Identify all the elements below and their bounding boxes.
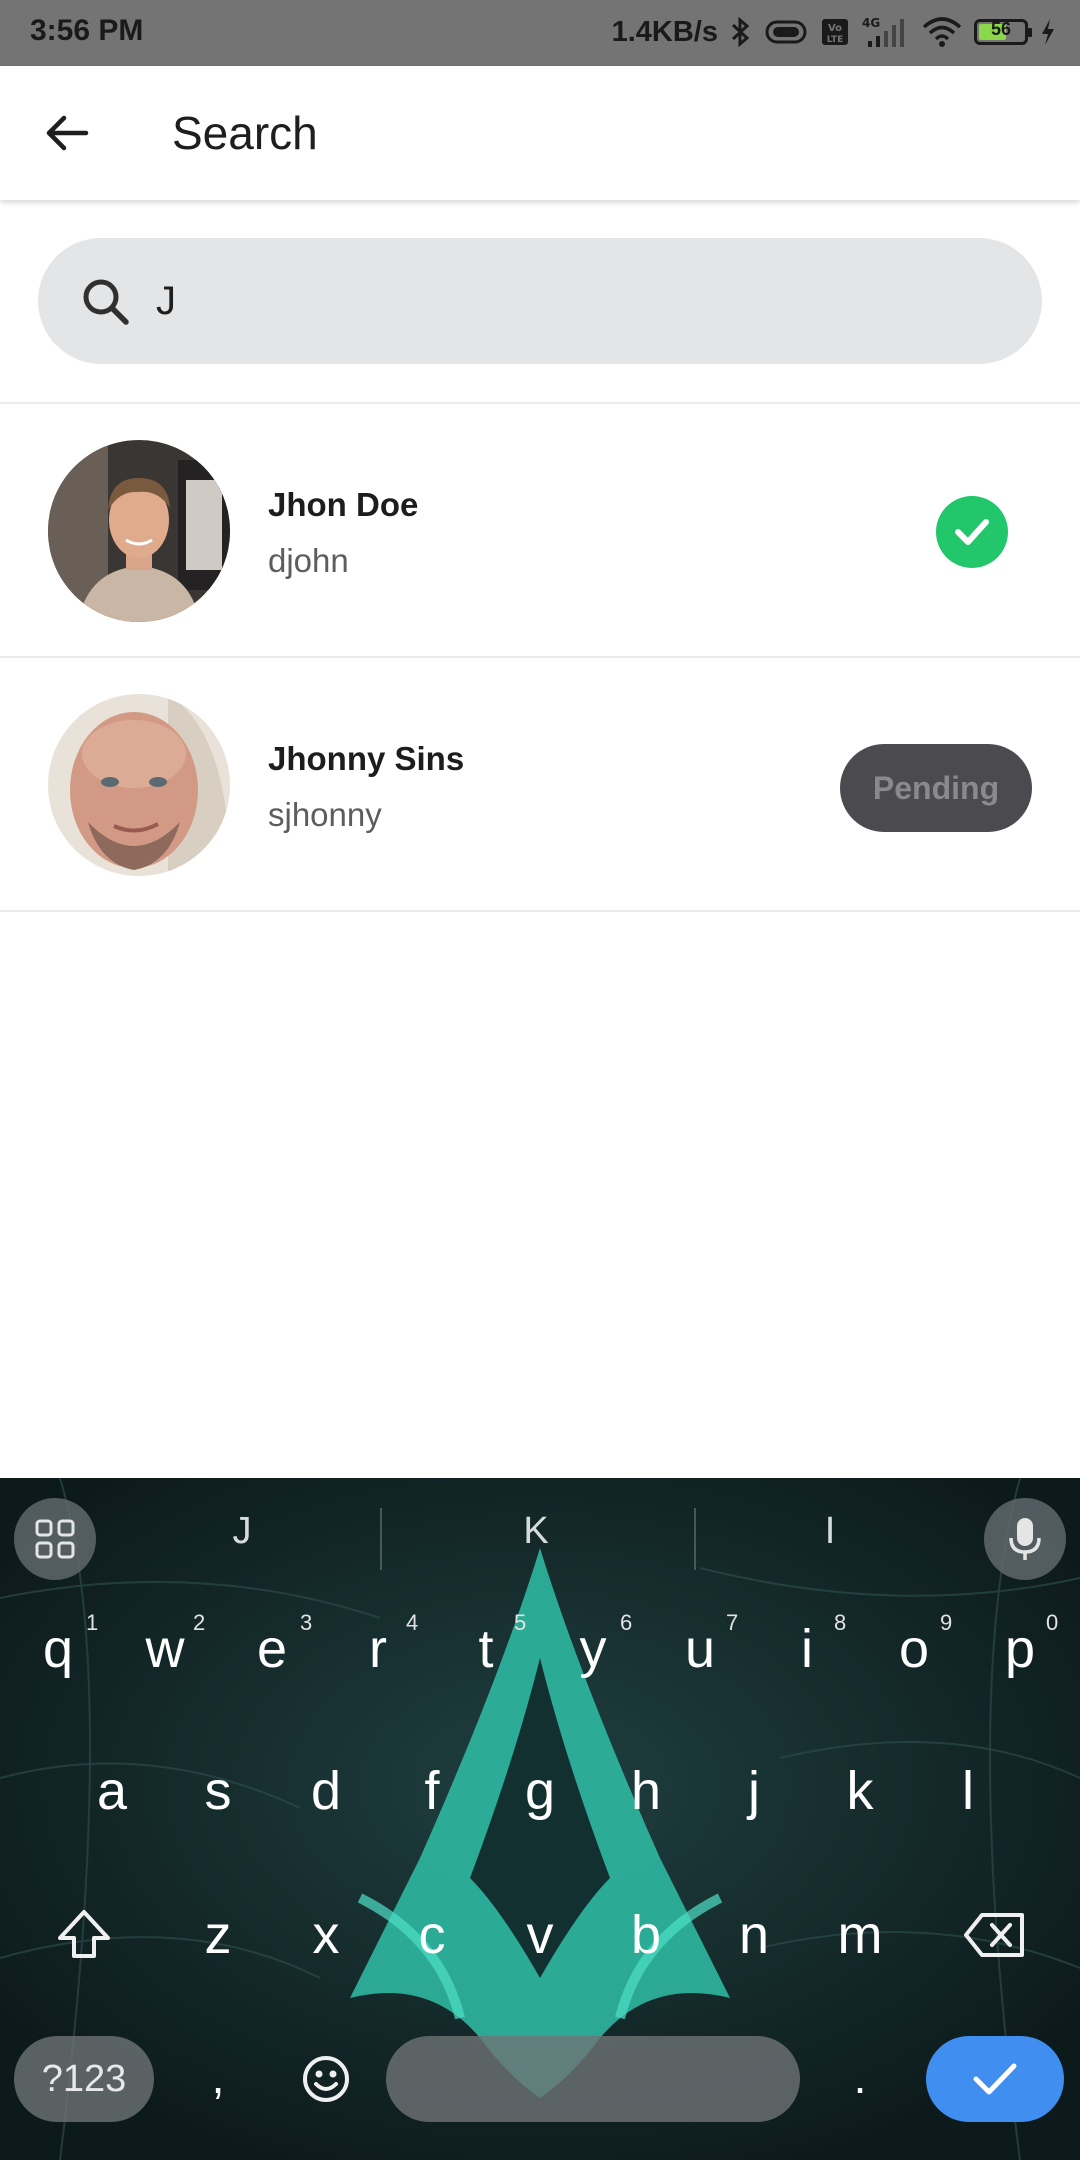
- comma-key[interactable]: ,: [188, 2050, 248, 2104]
- emoji-icon: [303, 2056, 349, 2102]
- friend-status-badge[interactable]: [936, 496, 1008, 568]
- key-m[interactable]: m: [810, 1880, 910, 1990]
- user-name: Jhonny Sins: [268, 740, 465, 777]
- emoji-key[interactable]: [276, 2024, 376, 2134]
- key-a[interactable]: a: [62, 1736, 162, 1846]
- user-handle: sjhonny: [268, 796, 382, 833]
- volte-icon: Vo LTE: [820, 17, 850, 47]
- key-x[interactable]: x: [276, 1880, 376, 1990]
- key-z[interactable]: z: [168, 1880, 268, 1990]
- key-hint: 3: [300, 1610, 313, 1635]
- suggestion-separator: [694, 1508, 696, 1570]
- suggestion[interactable]: J: [182, 1510, 302, 1553]
- key-hint: 2: [193, 1610, 206, 1635]
- key-n[interactable]: n: [704, 1880, 804, 1990]
- result-row[interactable]: Jhon Doe djohn: [0, 404, 1080, 656]
- space-bar[interactable]: [386, 2036, 800, 2122]
- enter-key[interactable]: [926, 2036, 1064, 2122]
- suggestion[interactable]: K: [476, 1510, 596, 1553]
- key-hint: 6: [620, 1610, 633, 1635]
- key-hint: 0: [1046, 1610, 1059, 1635]
- search-bar[interactable]: [38, 238, 1042, 364]
- back-button[interactable]: [36, 102, 98, 164]
- bluetooth-icon: [730, 16, 752, 48]
- divider: [0, 910, 1080, 912]
- result-row[interactable]: Jhonny Sins sjhonny Pending: [0, 658, 1080, 910]
- key-c[interactable]: c: [382, 1880, 482, 1990]
- status-icons: 1.4KB/s Vo LTE 4G 56: [612, 12, 1056, 52]
- keyboard: J K I q w e r t y u i o p 1 2 3 4 5 6 7 …: [0, 1478, 1080, 2160]
- key-k[interactable]: k: [810, 1736, 910, 1846]
- pending-button[interactable]: Pending: [840, 744, 1032, 832]
- user-name: Jhon Doe: [268, 486, 419, 523]
- key-v[interactable]: v: [490, 1880, 590, 1990]
- signal-icon: 4G: [862, 15, 910, 49]
- arrow-left-icon: [46, 115, 89, 151]
- backspace-key[interactable]: [944, 1880, 1044, 1990]
- key-hint: 7: [726, 1610, 739, 1635]
- network-speed: 1.4KB/s: [611, 15, 718, 48]
- avatar: [48, 440, 230, 622]
- page-title: Search: [172, 107, 318, 159]
- key-hint: 5: [514, 1610, 527, 1635]
- checkmark-icon: [973, 2063, 1017, 2095]
- shift-key[interactable]: [34, 1880, 134, 1990]
- battery-icon: 56: [974, 19, 1032, 45]
- key-hint: 9: [940, 1610, 953, 1635]
- status-bar: 3:56 PM 1.4KB/s Vo LTE 4G 56: [0, 0, 1080, 66]
- apps-grid-icon: [35, 1519, 75, 1559]
- check-circle-icon: [955, 519, 989, 545]
- key-s[interactable]: s: [168, 1736, 268, 1846]
- app-bar: Search: [0, 66, 1080, 200]
- key-j[interactable]: j: [704, 1736, 804, 1846]
- key-l[interactable]: l: [918, 1736, 1018, 1846]
- suggestion[interactable]: I: [770, 1510, 890, 1553]
- key-h[interactable]: h: [596, 1736, 696, 1846]
- suggestion-separator: [380, 1508, 382, 1570]
- symbols-key[interactable]: ?123: [14, 2036, 154, 2122]
- apps-grid-button[interactable]: [14, 1498, 96, 1580]
- period-key[interactable]: .: [830, 2050, 890, 2104]
- backspace-icon: [964, 1913, 1024, 1957]
- wifi-icon: [922, 17, 962, 47]
- key-hint: 4: [406, 1610, 419, 1635]
- status-time: 3:56 PM: [30, 14, 144, 47]
- battery-level: 56: [990, 19, 1012, 39]
- svg-text:LTE: LTE: [827, 35, 844, 45]
- charging-icon: [1040, 18, 1056, 46]
- vibrate-icon: [764, 19, 808, 45]
- svg-text:Vo: Vo: [828, 23, 842, 34]
- search-input[interactable]: [156, 262, 996, 340]
- key-g[interactable]: g: [490, 1736, 590, 1846]
- shift-icon: [58, 1910, 110, 1958]
- microphone-icon: [1009, 1518, 1041, 1560]
- search-icon: [83, 279, 129, 325]
- key-hint: 1: [86, 1610, 99, 1635]
- user-handle: djohn: [268, 542, 349, 579]
- key-d[interactable]: d: [276, 1736, 376, 1846]
- key-f[interactable]: f: [382, 1736, 482, 1846]
- avatar: [48, 694, 230, 876]
- network-type: 4G: [862, 16, 880, 30]
- key-hint: 8: [834, 1610, 847, 1635]
- voice-input-button[interactable]: [984, 1498, 1066, 1580]
- key-b[interactable]: b: [596, 1880, 696, 1990]
